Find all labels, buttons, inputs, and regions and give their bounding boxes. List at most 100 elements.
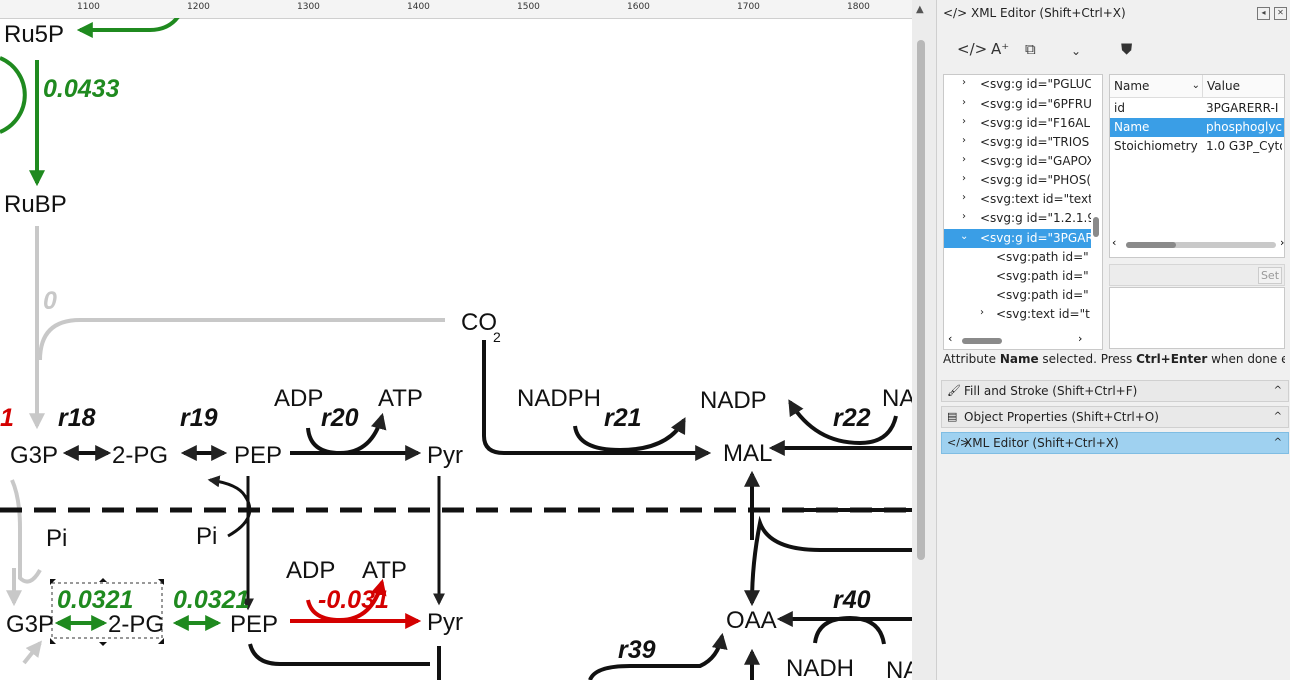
chevron-down-icon[interactable]: ⌄	[1071, 44, 1081, 58]
metabolite-pep-bottom[interactable]: PEP	[230, 611, 278, 638]
pathway-diagram[interactable]: Ru5P RuBP CO G3P 2-PG PEP Pyr MAL Pi Pi …	[0, 18, 912, 680]
ruler-label: 1300	[297, 2, 320, 12]
tree-node-child[interactable]: <svg:path id="	[944, 267, 1091, 286]
reaction-r22[interactable]: r22	[833, 404, 871, 432]
flux-rubp[interactable]: 0	[43, 287, 57, 315]
attribute-horizontal-scrollbar[interactable]: ‹ ›	[1112, 236, 1284, 249]
chevron-up-icon[interactable]: ^	[1274, 407, 1282, 427]
fill-stroke-icon: 🖌	[947, 384, 961, 397]
metabolite-pep-top[interactable]: PEP	[234, 442, 282, 469]
tree-node-child[interactable]: <svg:path id="	[944, 248, 1091, 267]
scroll-left-icon[interactable]: ‹	[948, 332, 952, 345]
flux-pep-pyr[interactable]: -0.031	[318, 586, 389, 614]
metabolite-rubp[interactable]: RuBP	[4, 191, 67, 218]
flux-ru5p[interactable]: 0.0433	[43, 75, 120, 103]
chevron-up-icon[interactable]: ^	[1274, 381, 1282, 401]
tree-vertical-scrollbar[interactable]	[1092, 81, 1100, 321]
attribute-value-editor[interactable]	[1109, 287, 1285, 349]
reaction-r18[interactable]: r18	[58, 404, 96, 432]
cofactor-nadp[interactable]: NADP	[700, 387, 767, 414]
metabolite-pyr-top[interactable]: Pyr	[427, 442, 463, 469]
metabolite-ru5p[interactable]: Ru5P	[4, 21, 64, 48]
metabolite-oaa[interactable]: OAA	[726, 607, 777, 634]
scroll-right-icon[interactable]: ›	[1280, 236, 1284, 249]
cofactor-atp-top[interactable]: ATP	[378, 385, 423, 412]
scroll-right-icon[interactable]: ›	[1078, 332, 1082, 345]
cofactor-na-bottom[interactable]: NA	[886, 657, 912, 680]
reaction-r21[interactable]: r21	[604, 404, 642, 432]
metabolite-g3p-top[interactable]: G3P	[10, 442, 58, 469]
metabolite-pi-left[interactable]: Pi	[46, 525, 67, 552]
drawing-canvas[interactable]: 1100 1200 1300 1400 1500 1600 1700 1800	[0, 0, 912, 680]
metabolite-pyr-bottom[interactable]: Pyr	[427, 609, 463, 636]
scroll-left-icon[interactable]: ‹	[1112, 236, 1116, 249]
metabolite-2pg-top[interactable]: 2-PG	[112, 442, 168, 469]
arrow-to-ru5p	[76, 18, 180, 38]
dock-object-properties[interactable]: ▤ Object Properties (Shift+Ctrl+O) ^	[941, 406, 1289, 428]
delete-node-icon[interactable]: ⛊	[1121, 40, 1132, 58]
scrollbar-thumb[interactable]	[1093, 217, 1099, 237]
reaction-r39[interactable]: r39	[618, 636, 656, 664]
tree-node[interactable]: › <svg:g id="PHOS(	[944, 171, 1091, 190]
undock-icon[interactable]: ◂	[1257, 7, 1270, 20]
xml-node-tree[interactable]: › <svg:g id="PGLUC › <svg:g id="6PFRU › <sv…	[943, 74, 1103, 350]
scrollbar-thumb[interactable]	[962, 338, 1002, 344]
status-message: Attribute Name selected. Press Ctrl+Ente…	[943, 352, 1285, 366]
tree-node-child[interactable]: <svg:path id="	[944, 286, 1091, 305]
cofactor-atp-bottom[interactable]: ATP	[362, 557, 407, 584]
tree-node[interactable]: › <svg:g id="1.2.1.9	[944, 209, 1091, 228]
cofactor-nadh[interactable]: NADH	[786, 655, 854, 680]
cofactor-na-top[interactable]: NA	[882, 385, 912, 412]
pep-lower-line	[248, 643, 430, 666]
new-element-node-icon[interactable]: </>	[957, 40, 987, 58]
metabolite-co2[interactable]: CO	[461, 309, 497, 336]
flux-2pg-pep[interactable]: 0.0321	[173, 586, 249, 614]
metabolite-mal[interactable]: MAL	[723, 440, 772, 467]
xml-editor-icon: </>	[943, 6, 968, 20]
column-header-name[interactable]: Name ⌄	[1110, 75, 1206, 98]
reaction-partial-label[interactable]: 1	[0, 404, 14, 432]
cofactor-nadph[interactable]: NADPH	[517, 385, 601, 412]
canvas-vertical-scrollbar[interactable]: ▲	[912, 0, 936, 680]
tree-node-child[interactable]: › <svg:text id="t	[944, 305, 1091, 324]
attribute-row-selected[interactable]: Name phosphoglyc	[1110, 118, 1284, 137]
co2-to-rubisco	[38, 318, 445, 361]
reaction-r20[interactable]: r20	[321, 404, 359, 432]
tree-node[interactable]: › <svg:g id="TRIOS	[944, 133, 1091, 152]
dock-fill-and-stroke[interactable]: 🖌 Fill and Stroke (Shift+Ctrl+F) ^	[941, 380, 1289, 402]
horizontal-ruler[interactable]: 1100 1200 1300 1400 1500 1600 1700 1800	[0, 0, 912, 19]
dock-xml-editor[interactable]: </> XML Editor (Shift+Ctrl+X) ^	[941, 432, 1289, 454]
reaction-r19[interactable]: r19	[180, 404, 218, 432]
tree-node[interactable]: › <svg:g id="PGLUC	[944, 75, 1091, 94]
metabolite-g3p-bottom[interactable]: G3P	[6, 611, 54, 638]
r40-curve	[813, 615, 886, 645]
tree-horizontal-scrollbar[interactable]: ‹ ›	[948, 332, 1082, 345]
scroll-up-icon[interactable]: ▲	[916, 4, 924, 15]
tree-node[interactable]: › <svg:g id="F16AL	[944, 114, 1091, 133]
duplicate-node-icon[interactable]: ⧉	[1025, 40, 1036, 58]
ruler-label: 1800	[847, 2, 870, 12]
attribute-value-input[interactable]: Set	[1109, 264, 1285, 286]
scrollbar-thumb[interactable]	[1126, 242, 1176, 248]
set-button[interactable]: Set	[1258, 267, 1282, 284]
reaction-r40[interactable]: r40	[833, 586, 871, 614]
ruler-label: 1100	[77, 2, 100, 12]
cofactor-adp-top[interactable]: ADP	[274, 385, 323, 412]
ruler-label: 1400	[407, 2, 430, 12]
attribute-table[interactable]: Name ⌄ Value id 3PGARERR-I Name phosphoglyc…	[1109, 74, 1285, 258]
metabolite-2pg-bottom[interactable]: 2-PG	[108, 611, 164, 638]
flux-g3p-2pg[interactable]: 0.0321	[57, 586, 133, 614]
close-icon[interactable]: ✕	[1274, 7, 1287, 20]
tree-node-selected[interactable]: ⌄ <svg:g id="3PGAR	[944, 229, 1091, 248]
column-header-value[interactable]: Value	[1202, 75, 1284, 98]
chevron-up-icon[interactable]: ^	[1274, 433, 1282, 453]
metabolite-pi-mid[interactable]: Pi	[196, 523, 217, 550]
new-text-node-icon[interactable]: A⁺	[991, 40, 1009, 58]
tree-node[interactable]: › <svg:text id="text	[944, 190, 1091, 209]
attribute-row[interactable]: Stoichiometry 1.0 G3P_Cyto	[1110, 137, 1284, 156]
attribute-row[interactable]: id 3PGARERR-I	[1110, 99, 1284, 118]
scrollbar-thumb[interactable]	[917, 40, 925, 560]
tree-node[interactable]: › <svg:g id="6PFRU	[944, 95, 1091, 114]
cofactor-adp-bottom[interactable]: ADP	[286, 557, 335, 584]
tree-node[interactable]: › <svg:g id="GAPOX	[944, 152, 1091, 171]
